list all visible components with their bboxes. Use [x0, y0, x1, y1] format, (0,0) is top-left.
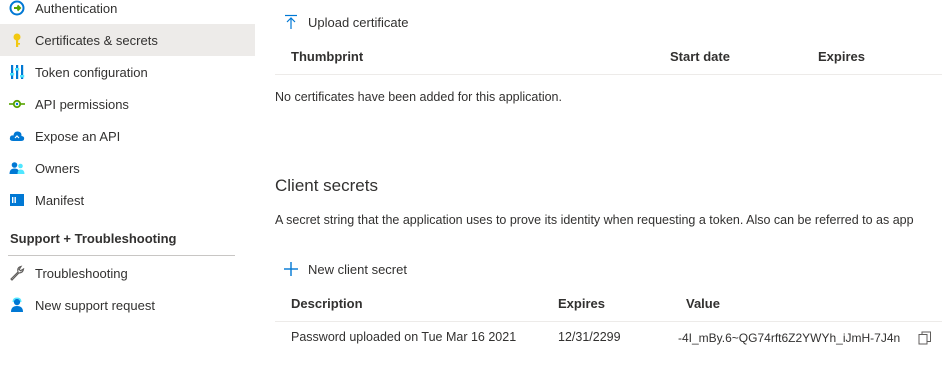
- secret-description: Password uploaded on Tue Mar 16 2021: [291, 330, 517, 344]
- new-client-secret-label: New client secret: [308, 261, 407, 277]
- sidebar-item-label: Certificates & secrets: [35, 32, 158, 48]
- plus-icon: [284, 262, 298, 276]
- sidebar-item-manifest[interactable]: Manifest: [0, 184, 255, 216]
- sidebar-item-label: Troubleshooting: [35, 265, 128, 281]
- sidebar-item-owners[interactable]: Owners: [0, 152, 255, 184]
- table-header-divider: [275, 74, 942, 75]
- main-content: Upload certificate Thumbprint Start date…: [275, 0, 942, 377]
- column-header-start-date[interactable]: Start date: [670, 49, 730, 64]
- column-header-description[interactable]: Description: [291, 296, 363, 311]
- sidebar-item-label: Owners: [35, 160, 80, 176]
- cloud-icon: [9, 128, 25, 144]
- upload-certificate-label: Upload certificate: [308, 14, 409, 30]
- manifest-icon: [9, 192, 25, 208]
- sidebar-item-label: Expose an API: [35, 128, 121, 144]
- owners-icon: [9, 160, 25, 176]
- sidebar-item-api-permissions[interactable]: API permissions: [0, 88, 255, 120]
- column-header-expires[interactable]: Expires: [558, 296, 605, 311]
- copy-icon[interactable]: [918, 331, 932, 350]
- secret-expires: 12/31/2299: [558, 330, 621, 344]
- sidebar-item-new-support-request[interactable]: New support request: [0, 289, 255, 321]
- column-header-thumbprint[interactable]: Thumbprint: [291, 49, 363, 64]
- sidebar-item-certificates-secrets[interactable]: Certificates & secrets: [0, 24, 255, 56]
- table-header-divider: [275, 321, 942, 322]
- api-permissions-icon: [9, 96, 25, 112]
- new-client-secret-button[interactable]: New client secret: [283, 259, 407, 279]
- upload-certificate-button[interactable]: Upload certificate: [283, 12, 408, 32]
- section-divider: [8, 255, 235, 256]
- sidebar-item-label: Authentication: [35, 0, 118, 16]
- column-header-expires[interactable]: Expires: [818, 49, 865, 64]
- sidebar-item-troubleshooting[interactable]: Troubleshooting: [0, 257, 255, 289]
- sidebar-item-label: Token configuration: [35, 64, 148, 80]
- column-header-value[interactable]: Value: [686, 296, 720, 311]
- client-secrets-heading: Client secrets: [275, 176, 378, 195]
- sidebar-item-label: New support request: [35, 297, 155, 313]
- token-config-icon: [9, 64, 25, 80]
- upload-icon: [285, 14, 297, 29]
- support-person-icon: [9, 297, 25, 313]
- secret-value: -4I_mBy.6~QG74rft6Z2YWYh_iJmH-7J4n: [678, 331, 901, 345]
- key-icon: [9, 32, 25, 48]
- authentication-icon: [9, 0, 25, 16]
- sidebar-item-expose-an-api[interactable]: Expose an API: [0, 120, 255, 152]
- wrench-icon: [9, 265, 25, 281]
- sidebar-item-token-configuration[interactable]: Token configuration: [0, 56, 255, 88]
- sidebar-item-label: API permissions: [35, 96, 129, 112]
- sidebar-item-authentication[interactable]: Authentication: [0, 0, 255, 24]
- sidebar: Authentication Certificates & secrets To…: [0, 0, 255, 377]
- support-section-title: Support + Troubleshooting: [10, 231, 177, 246]
- sidebar-item-label: Manifest: [35, 192, 85, 208]
- client-secrets-description: A secret string that the application use…: [275, 213, 914, 227]
- empty-certificates-message: No certificates have been added for this…: [275, 90, 562, 104]
